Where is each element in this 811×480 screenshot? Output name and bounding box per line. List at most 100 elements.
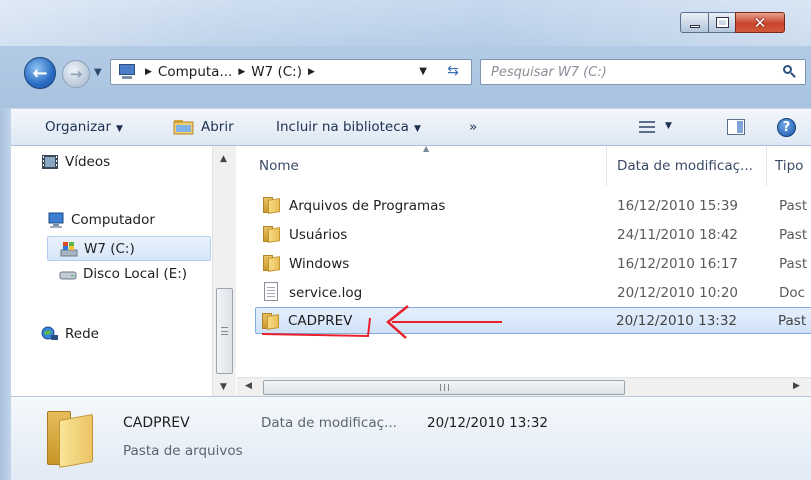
breadcrumb-w7[interactable]: W7 (C:)	[251, 64, 302, 80]
organize-label: Organizar	[45, 119, 111, 135]
column-header-date[interactable]: Data de modificaç...	[607, 146, 767, 186]
file-date: 16/12/2010 15:39	[617, 197, 739, 214]
more-commands-button[interactable]: »	[469, 119, 477, 135]
scroll-thumb[interactable]	[263, 380, 625, 395]
system-drive-icon	[60, 241, 78, 256]
include-library-button[interactable]: Incluir na biblioteca ▼	[276, 119, 421, 135]
table-row[interactable]: service.log 20/12/2010 10:20 Doc	[257, 279, 811, 306]
open-folder-icon	[173, 120, 194, 135]
list-horizontal-scrollbar[interactable]: ◀ ▶	[237, 377, 811, 396]
file-name: Windows	[289, 255, 350, 272]
nav-item-network[interactable]: Rede	[41, 326, 99, 342]
folder-icon	[263, 255, 281, 272]
view-options-icon[interactable]	[639, 120, 655, 134]
column-header-name[interactable]: ▲ Nome	[237, 146, 607, 186]
maximize-icon	[715, 17, 729, 28]
file-date: 16/12/2010 16:17	[617, 255, 739, 272]
details-item-type: Pasta de arquivos	[123, 443, 243, 459]
details-date-label: Data de modificaç...	[261, 415, 397, 431]
breadcrumb-chevron-icon[interactable]: ▶	[238, 67, 245, 77]
forward-arrow-icon: →	[69, 65, 83, 83]
column-header-type[interactable]: Tipo	[767, 146, 811, 186]
file-list: ▲ Nome Data de modificaç... Tipo Arquivo…	[237, 146, 811, 396]
computer-icon	[48, 212, 64, 228]
column-header-label: Nome	[259, 158, 299, 174]
back-button[interactable]: ←	[24, 57, 56, 89]
scroll-left-icon[interactable]: ◀	[245, 381, 252, 391]
search-input[interactable]: Pesquisar W7 (C:)	[491, 65, 607, 80]
folder-icon	[47, 411, 97, 468]
nav-item-label: Disco Local (E:)	[83, 266, 188, 282]
nav-item-label: Vídeos	[65, 154, 111, 170]
navigation-pane: Vídeos Computador W7 (C:) Disco Local (E…	[11, 146, 236, 396]
table-row[interactable]: Arquivos de Programas 16/12/2010 15:39 P…	[257, 192, 811, 219]
details-date-value: 20/12/2010 13:32	[427, 415, 549, 431]
details-item-name: CADPREV	[123, 415, 190, 431]
chevron-down-icon: ▼	[413, 124, 421, 134]
minimize-icon	[689, 25, 700, 28]
scroll-thumb[interactable]	[216, 288, 233, 374]
chevron-down-icon: ▼	[116, 124, 123, 134]
scroll-right-icon[interactable]: ▶	[793, 381, 800, 391]
explorer-window: ✕ ← → ▼ ▶ Computa... ▶ W7 (C:) ▶ ▼ ⇆ Pes…	[0, 0, 811, 480]
file-date: 20/12/2010 13:32	[616, 312, 738, 329]
file-type: Past	[779, 255, 808, 272]
include-library-label: Incluir na biblioteca	[276, 119, 409, 135]
search-box[interactable]: Pesquisar W7 (C:)	[480, 59, 806, 85]
folder-icon	[263, 226, 281, 243]
maximize-button[interactable]	[708, 12, 736, 33]
scroll-grip-icon	[440, 384, 449, 391]
forward-button[interactable]: →	[62, 60, 90, 88]
view-dropdown-icon[interactable]: ▼	[665, 121, 672, 131]
help-icon[interactable]: ?	[777, 118, 796, 137]
command-bar: Organizar ▼ Abrir Incluir na biblioteca ▼ …	[11, 108, 811, 146]
file-type: Past	[779, 226, 808, 243]
scroll-up-icon[interactable]: ▲	[220, 154, 227, 164]
open-button[interactable]: Abrir	[201, 119, 234, 135]
nav-item-w7[interactable]: W7 (C:)	[47, 236, 211, 261]
hard-drive-icon	[59, 271, 77, 280]
nav-item-local-disk[interactable]: Disco Local (E:)	[59, 266, 187, 282]
file-name: Arquivos de Programas	[289, 197, 446, 214]
refresh-icon[interactable]: ⇆	[441, 63, 465, 81]
address-bar[interactable]: ▶ Computa... ▶ W7 (C:) ▶ ▼ ⇆	[110, 59, 472, 85]
column-header-label: Data de modificaç...	[617, 158, 753, 174]
close-button[interactable]: ✕	[735, 12, 785, 33]
file-name: Usuários	[289, 226, 348, 243]
window-frame-left	[0, 108, 11, 480]
file-name: CADPREV	[288, 312, 353, 329]
close-icon: ✕	[753, 13, 767, 32]
nav-item-videos[interactable]: Vídeos	[41, 154, 110, 170]
nav-item-label: W7 (C:)	[84, 240, 135, 257]
organize-button[interactable]: Organizar ▼	[45, 119, 123, 135]
breadcrumb-computer[interactable]: Computa...	[158, 64, 232, 80]
file-type: Past	[778, 312, 807, 329]
table-row[interactable]: Usuários 24/11/2010 18:42 Past	[257, 221, 811, 248]
table-row[interactable]: Windows 16/12/2010 16:17 Past	[257, 250, 811, 277]
scroll-grip-icon	[221, 327, 228, 335]
network-icon	[41, 326, 58, 340]
sort-ascending-icon: ▲	[423, 146, 430, 153]
document-icon	[264, 282, 278, 301]
folder-icon	[262, 313, 280, 330]
nav-item-computer[interactable]: Computador	[47, 212, 155, 228]
breadcrumb-chevron-icon[interactable]: ▶	[145, 67, 152, 77]
breadcrumb-chevron-icon[interactable]: ▶	[308, 67, 315, 77]
folder-icon	[263, 197, 281, 214]
back-arrow-icon: ←	[32, 62, 48, 84]
recent-pages-dropdown[interactable]: ▼	[94, 67, 104, 78]
file-date: 20/12/2010 10:20	[617, 284, 739, 301]
table-row-selected[interactable]: CADPREV 20/12/2010 13:32 Past	[255, 307, 811, 334]
scroll-down-icon[interactable]: ▼	[220, 382, 227, 392]
film-icon	[42, 155, 58, 169]
computer-icon	[117, 63, 139, 81]
nav-vertical-scrollbar[interactable]: ▲ ▼	[212, 146, 236, 396]
nav-item-label: Computador	[71, 212, 155, 228]
file-name: service.log	[289, 284, 363, 301]
search-icon[interactable]	[781, 64, 797, 80]
address-dropdown-icon[interactable]: ▼	[419, 66, 427, 77]
minimize-button[interactable]	[680, 12, 709, 33]
preview-pane-icon[interactable]	[727, 119, 745, 135]
file-date: 24/11/2010 18:42	[617, 226, 739, 243]
file-type: Doc	[779, 284, 806, 301]
